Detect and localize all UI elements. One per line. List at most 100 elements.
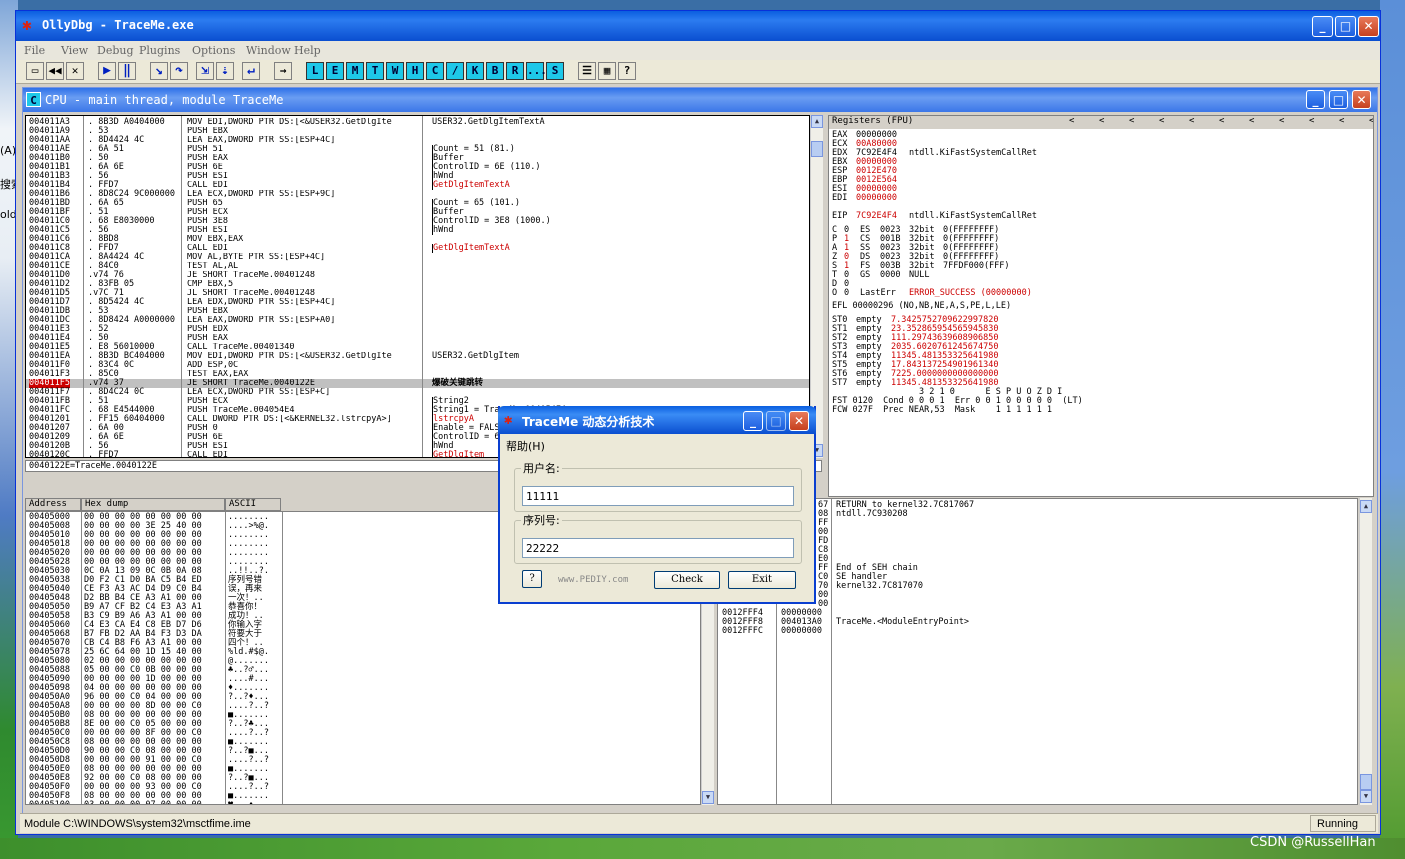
menu-help[interactable]: Help — [294, 44, 321, 57]
register-nav-icon[interactable]: < — [1369, 116, 1373, 127]
serial-input[interactable] — [522, 538, 794, 558]
disasm-row[interactable]: 004011B6. 8D8C24 9C000000 LEA ECX,DWORD P… — [26, 190, 809, 199]
dialog-menu-help[interactable]: 帮助(H) — [506, 438, 545, 454]
disasm-row[interactable]: 004011EA. 8B3D BC404000 MOV EDI,DWORD PTR… — [26, 352, 809, 361]
list-icon[interactable]: ☰ — [578, 62, 596, 80]
disasm-row[interactable]: 004011F7. 8D4C24 0C LEA ECX,DWORD PTR SS:… — [26, 388, 809, 397]
cpu-maximize-button[interactable]: □ — [1329, 90, 1348, 109]
menu-plugins[interactable]: Plugins — [139, 44, 180, 57]
menu-file[interactable]: File — [24, 44, 45, 57]
dump-row[interactable]: 00405100 03 00 00 00 07 00 00 00 ♥...•... — [26, 801, 700, 805]
disasm-instruction: PUSH ECX — [187, 208, 228, 217]
cpu-title-bar[interactable]: C CPU - main thread, module TraceMe _ □ … — [23, 88, 1377, 112]
dump-header-ascii[interactable]: ASCII — [225, 498, 281, 511]
disasm-row[interactable]: 004011D0 .v74 76 JE SHORT TraceMe.00401248 — [26, 271, 809, 280]
cpu-button[interactable]: C — [426, 62, 444, 80]
disasm-row[interactable]: 004011C5. 56 PUSH ESI hWnd — [26, 226, 809, 235]
register-nav-icon[interactable]: < — [1249, 116, 1254, 127]
step-into-icon[interactable]: ↘ — [150, 62, 168, 80]
scroll-up-icon[interactable]: ▲ — [811, 115, 823, 128]
step-over-icon[interactable]: ↷ — [170, 62, 188, 80]
log-window-button[interactable]: L — [306, 62, 324, 80]
username-input[interactable] — [522, 486, 794, 506]
disasm-row[interactable]: 004011F0. 83C4 0C ADD ESP,0C — [26, 361, 809, 370]
handles-button[interactable]: H — [406, 62, 424, 80]
menu-debug[interactable]: Debug — [97, 44, 134, 57]
menu-options[interactable]: Options — [192, 44, 235, 57]
call-stack-button[interactable]: K — [466, 62, 484, 80]
disasm-row[interactable]: 004011BD. 6A 65 PUSH 65 Count = 65 (101.) — [26, 199, 809, 208]
goto-icon[interactable]: → — [274, 62, 292, 80]
run-icon[interactable]: ▶ — [98, 62, 116, 80]
source-button[interactable]: S — [546, 62, 564, 80]
dialog-close-button[interactable]: ✕ — [789, 411, 809, 431]
disasm-row[interactable]: 004011AA. 8D4424 4C LEA EAX,DWORD PTR SS:… — [26, 136, 809, 145]
grid-icon[interactable]: ▦ — [598, 62, 616, 80]
run-trace-button[interactable]: ... — [526, 62, 547, 80]
disasm-row[interactable]: 004011D7. 8D5424 4C LEA EDX,DWORD PTR SS:… — [26, 298, 809, 307]
disasm-row[interactable]: 004011B1. 6A 6E PUSH 6E ControlID = 6E (11… — [26, 163, 809, 172]
registers-pane[interactable]: Registers (FPU) < < < < < < < < < < < EAX 00000000 ECX… — [828, 115, 1374, 497]
minimize-button[interactable]: _ — [1312, 16, 1333, 37]
disasm-row[interactable]: 004011B0. 50 PUSH EAX Buffer — [26, 154, 809, 163]
title-bar[interactable]: ✱ OllyDbg - TraceMe.exe _ □ ✕ — [16, 11, 1380, 41]
cpu-close-button[interactable]: ✕ — [1352, 90, 1371, 109]
disasm-row[interactable]: 004011AE. 6A 51 PUSH 51 Count = 51 (81.) — [26, 145, 809, 154]
disasm-row[interactable]: 004011E3. 52 PUSH EDX — [26, 325, 809, 334]
disasm-row[interactable]: 004011DC. 8D8424 A0000000 LEA EAX,DWORD P… — [26, 316, 809, 325]
disasm-row[interactable]: 004011C0. 68 E8030000 PUSH 3E8 ControlID =… — [26, 217, 809, 226]
register-nav-icon[interactable]: < — [1099, 116, 1104, 127]
disasm-row[interactable]: 004011B3. 56 PUSH ESI hWnd — [26, 172, 809, 181]
check-button[interactable]: Check — [654, 571, 720, 589]
menu-view[interactable]: View — [61, 44, 88, 57]
close-button[interactable]: ✕ — [1358, 16, 1379, 37]
menu-window[interactable]: Window — [246, 44, 291, 57]
disasm-row[interactable]: 004011A3. 8B3D A0404000 MOV EDI,DWORD PTR… — [26, 118, 809, 127]
register-nav-icon[interactable]: < — [1129, 116, 1134, 127]
breakpoints-button[interactable]: B — [486, 62, 504, 80]
maximize-button[interactable]: □ — [1335, 16, 1356, 37]
disasm-row[interactable]: 004011CA. 8A4424 4C MOV AL,BYTE PTR SS:[E… — [26, 253, 809, 262]
references-button[interactable]: R — [506, 62, 524, 80]
trace-over-icon[interactable]: ⇣ — [216, 62, 234, 80]
disasm-row[interactable]: 004011D2. 83FB 05 CMP EBX,5 — [26, 280, 809, 289]
pause-icon[interactable]: ‖ — [118, 62, 136, 80]
stack-row[interactable]: 0012FFFC 00000000 — [718, 627, 1357, 636]
dump-header-address[interactable]: Address — [25, 498, 81, 511]
scroll-down-icon[interactable]: ▼ — [702, 791, 714, 804]
execute-till-return-icon[interactable]: ↵ — [242, 62, 260, 80]
modules-button[interactable]: E — [326, 62, 344, 80]
register-nav-icon[interactable]: < — [1339, 116, 1344, 127]
rewind-icon[interactable]: ◀◀ — [46, 62, 64, 80]
scroll-thumb[interactable] — [1360, 774, 1372, 790]
register-nav-icon[interactable]: < — [1159, 116, 1164, 127]
disasm-row[interactable]: 004011CE. 84C0 TEST AL,AL — [26, 262, 809, 271]
help-button[interactable]: ? — [522, 570, 542, 588]
scroll-up-icon[interactable]: ▲ — [1360, 500, 1372, 513]
patches-button[interactable]: / — [446, 62, 464, 80]
register-nav-icon[interactable]: < — [1189, 116, 1194, 127]
trace-into-icon[interactable]: ⇲ — [196, 62, 214, 80]
register-nav-icon[interactable]: < — [1279, 116, 1284, 127]
disasm-row[interactable]: 004011F3. 85C0 TEST EAX,EAX — [26, 370, 809, 379]
scroll-down-icon[interactable]: ▼ — [1360, 790, 1372, 803]
help-icon[interactable]: ? — [618, 62, 636, 80]
dialog-title-bar[interactable]: ✱ TraceMe 动态分析技术 _ □ ✕ — [498, 406, 816, 434]
dialog-minimize-button[interactable]: _ — [743, 411, 763, 431]
register-nav-icon[interactable]: < — [1309, 116, 1314, 127]
disasm-row[interactable]: 004011C6. 8BD8 MOV EBX,EAX — [26, 235, 809, 244]
dump-header-hex[interactable]: Hex dump — [81, 498, 225, 511]
cpu-minimize-button[interactable]: _ — [1306, 90, 1325, 109]
open-icon[interactable]: ▭ — [26, 62, 44, 80]
register-nav-icon[interactable]: < — [1219, 116, 1224, 127]
lasterr-label: LastErr — [860, 288, 896, 298]
scroll-thumb[interactable] — [811, 141, 823, 157]
threads-button[interactable]: T — [366, 62, 384, 80]
windows-button[interactable]: W — [386, 62, 404, 80]
register-nav-icon[interactable]: < — [1069, 116, 1074, 127]
register-name: EDI — [832, 193, 848, 203]
exit-button[interactable]: Exit — [728, 571, 796, 589]
memory-button[interactable]: M — [346, 62, 364, 80]
close-icon[interactable]: ✕ — [66, 62, 84, 80]
stack-scrollbar[interactable]: ▲ ▼ — [1359, 498, 1372, 805]
